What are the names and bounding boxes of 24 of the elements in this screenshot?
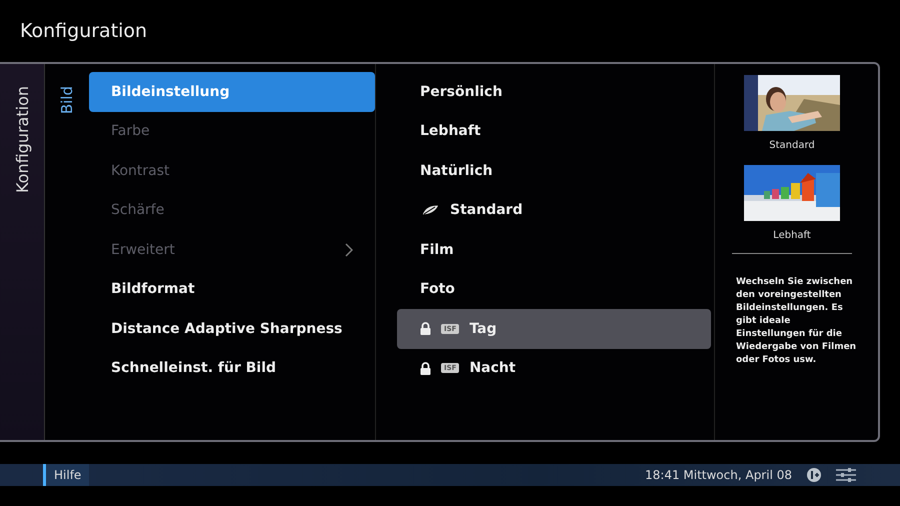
option-item[interactable]: Film — [397, 230, 711, 270]
breadcrumb[interactable]: Konfiguration — [12, 86, 32, 194]
option-item[interactable]: Persönlich — [397, 72, 711, 112]
chevron-icon — [345, 242, 353, 257]
info-icon[interactable] — [806, 467, 822, 483]
clock: 18:41 Mittwoch, April 08 — [645, 468, 792, 482]
leaf-icon — [420, 204, 440, 216]
settings-icon[interactable] — [836, 468, 856, 482]
option-item[interactable]: Lebhaft — [397, 112, 711, 151]
menu-item[interactable]: Bildformat — [89, 270, 375, 309]
help-text: Wechseln Sie zwischen den voreingestellten Bildeinstellungen. Es gibt ideale Einstellungen für die Wiedergabe von Filmen oder Fotos usw. — [735, 276, 858, 367]
menu-item[interactable]: Schnelleinst. für Bild — [89, 348, 375, 388]
window-title: Konfiguration — [19, 19, 148, 42]
preview-caption: Lebhaft — [773, 230, 811, 241]
menu-item[interactable]: Distance Adaptive Sharpness — [89, 309, 375, 348]
option-item[interactable]: Natürlich — [397, 151, 711, 190]
option-item[interactable]: Standard — [397, 190, 711, 230]
help-button[interactable]: Hilfe — [43, 464, 90, 486]
preview-caption: Standard — [769, 140, 815, 151]
menu-item[interactable]: Bildeinstellung — [89, 72, 375, 112]
lock-icon — [420, 322, 431, 336]
lock-icon — [420, 362, 431, 375]
breadcrumb[interactable]: Bild — [58, 86, 76, 114]
option-item[interactable]: Foto — [397, 270, 711, 309]
